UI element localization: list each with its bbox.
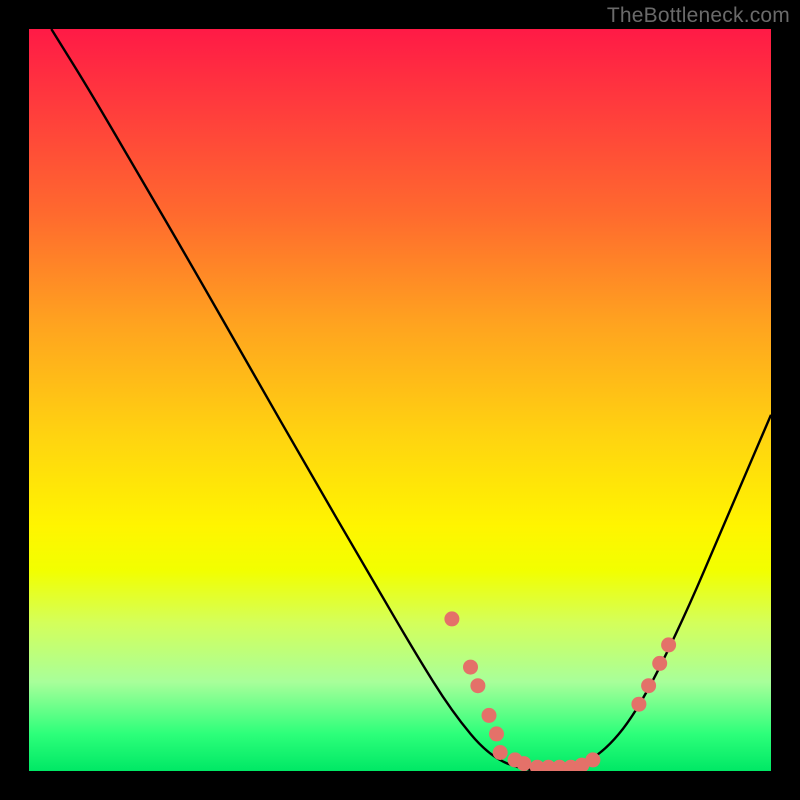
scatter-dot [661, 637, 676, 652]
scatter-dots [444, 611, 676, 771]
scatter-dot [631, 697, 646, 712]
scatter-dot [652, 656, 667, 671]
scatter-dot [470, 678, 485, 693]
scatter-dot [585, 752, 600, 767]
scatter-dot [516, 756, 531, 771]
scatter-dot [482, 708, 497, 723]
scatter-dot [641, 678, 656, 693]
scatter-dot [463, 660, 478, 675]
scatter-dot [444, 611, 459, 626]
plot-area [29, 29, 771, 771]
chart-svg [29, 29, 771, 771]
scatter-dot [493, 745, 508, 760]
scatter-dot [489, 726, 504, 741]
watermark-label: TheBottleneck.com [607, 4, 790, 28]
